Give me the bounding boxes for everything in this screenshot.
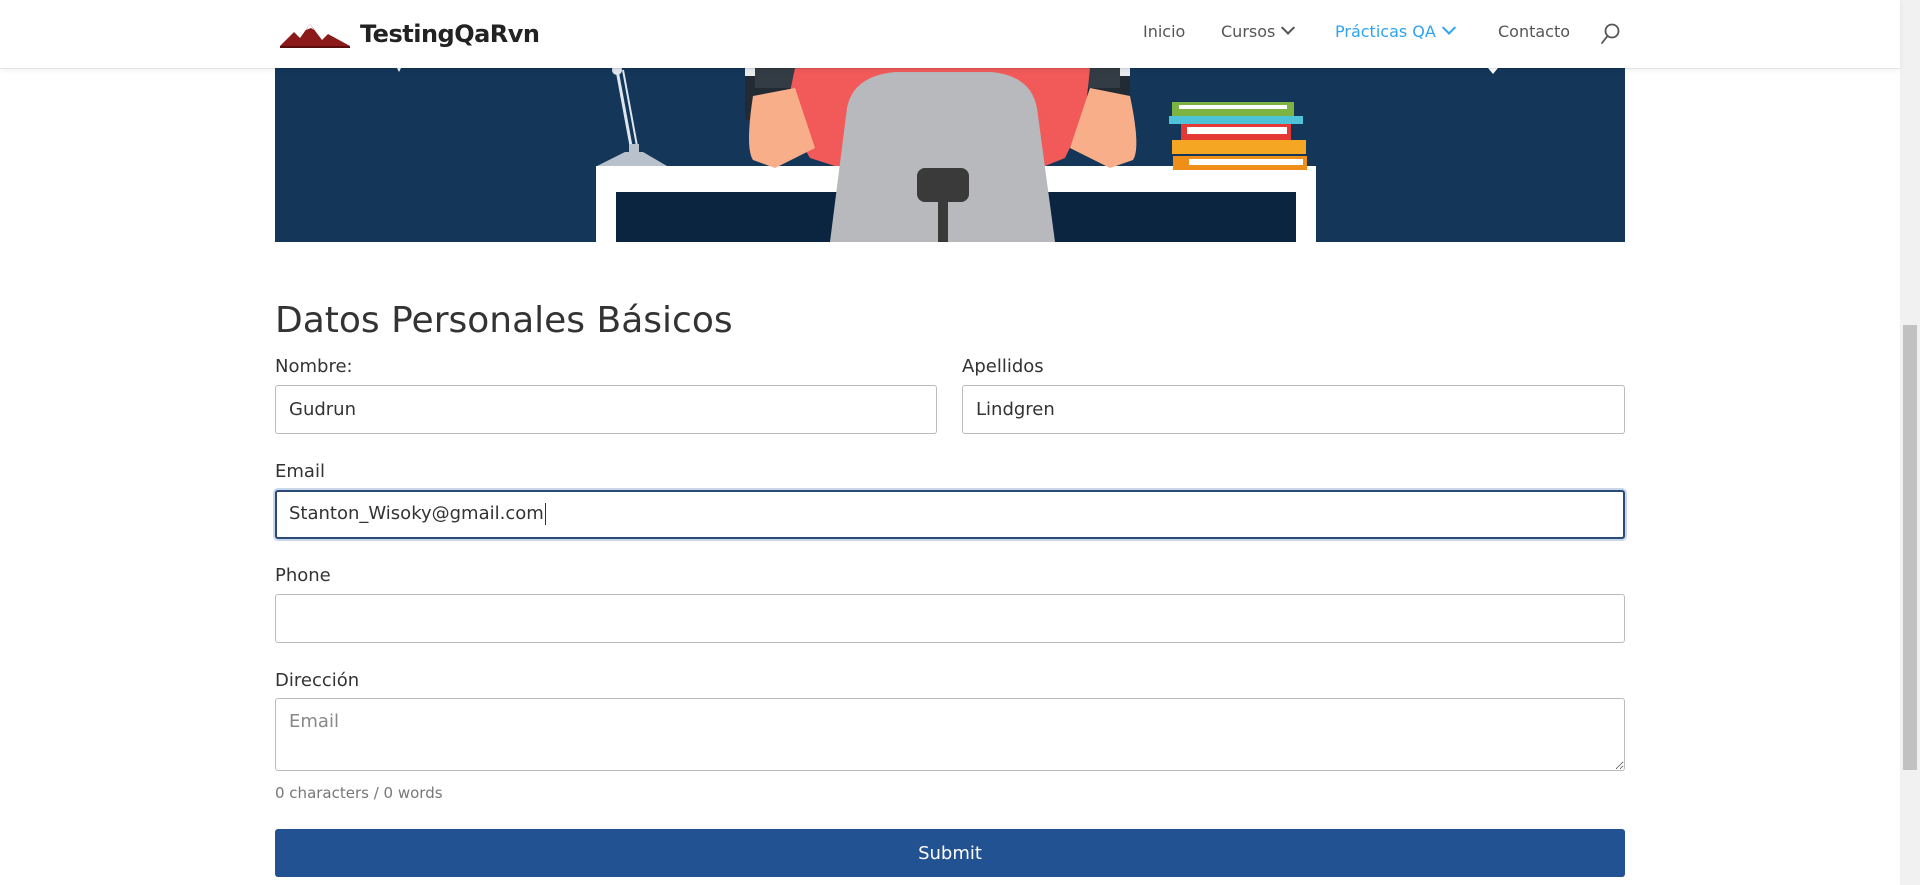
nav-cursos-label: Cursos [1221,22,1276,41]
chevron-down-icon [1441,20,1456,35]
nav-inicio[interactable]: Inicio [1143,22,1185,41]
site-header: TestingQaRvn Inicio Cursos Prácticas QA … [0,0,1900,68]
submit-button[interactable]: Submit [275,829,1625,877]
mountain-logo-icon [280,24,350,48]
search-icon[interactable] [1601,23,1621,45]
nombre-label: Nombre: [275,356,353,377]
nav-practicas-qa[interactable]: Prácticas QA [1335,20,1456,41]
nav-contacto-label: Contacto [1498,22,1571,41]
apellidos-input[interactable] [962,385,1625,434]
desk-illustration [397,68,1498,242]
phone-label: Phone [275,565,331,586]
email-label: Email [275,461,325,482]
email-input-value: Stanton_Wisoky@gmail.com [289,503,546,525]
nav-practicas-qa-label: Prácticas QA [1335,22,1436,41]
nav-contacto[interactable]: Contacto [1498,22,1570,41]
site-logo-text: TestingQaRvn [360,20,540,48]
page-section-title: Datos Personales Básicos [275,300,733,341]
nav-cursos[interactable]: Cursos [1221,20,1296,41]
text-caret [544,503,546,525]
direccion-textarea[interactable] [275,698,1625,771]
hero-banner-illustration [275,68,1625,242]
page-scrollbar[interactable] [1900,0,1920,885]
character-counter: 0 characters / 0 words [275,784,443,802]
nav-inicio-label: Inicio [1143,22,1186,41]
chevron-down-icon [1281,20,1296,35]
site-logo[interactable]: TestingQaRvn [280,16,540,52]
nombre-input[interactable] [275,385,937,434]
phone-input[interactable] [275,594,1625,643]
scrollbar-thumb[interactable] [1903,325,1917,770]
direccion-label: Dirección [275,670,360,691]
apellidos-label: Apellidos [962,356,1044,377]
